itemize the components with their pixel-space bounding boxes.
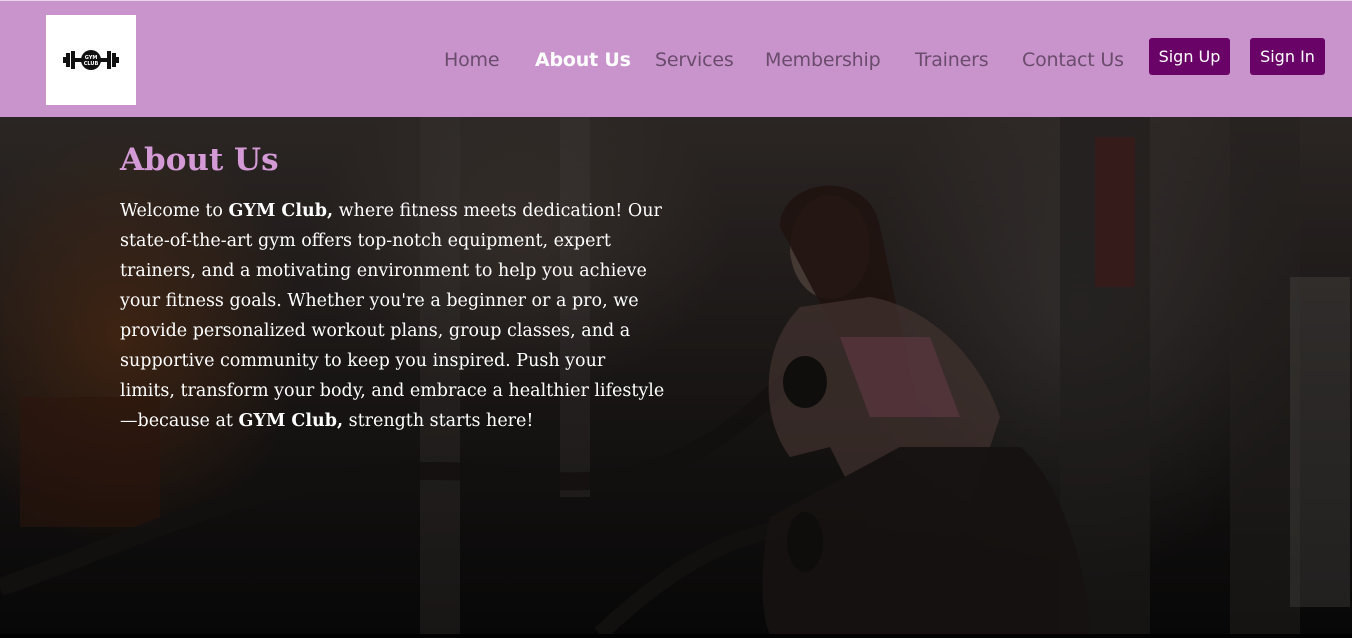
nav-link-membership[interactable]: Membership <box>765 49 881 71</box>
about-paragraph: Welcome to GYM Club, where fitness meets… <box>120 196 665 436</box>
logo[interactable]: GYM CLUB <box>46 15 136 105</box>
about-text-body: where fitness meets dedication! Our stat… <box>120 201 665 431</box>
about-title: About Us <box>120 142 279 178</box>
nav-link-home[interactable]: Home <box>444 49 500 71</box>
about-text-welcome: Welcome to <box>120 201 229 221</box>
dumbbell-logo-icon: GYM CLUB <box>63 50 119 70</box>
sign-up-button[interactable]: Sign Up <box>1149 38 1230 75</box>
logo-text-bottom: CLUB <box>84 61 99 67</box>
nav-link-trainers[interactable]: Trainers <box>915 49 989 71</box>
nav-link-contact-us[interactable]: Contact Us <box>1022 49 1124 71</box>
bottom-edge <box>0 634 1352 638</box>
nav-link-services[interactable]: Services <box>655 49 734 71</box>
navbar: GYM CLUB Home About Us Services Membersh… <box>0 0 1352 117</box>
sign-in-button[interactable]: Sign In <box>1250 38 1325 75</box>
about-brand-name: GYM Club, <box>228 201 334 221</box>
about-brand-name-2: GYM Club, <box>238 411 344 431</box>
about-text-end: strength starts here! <box>343 411 534 431</box>
about-hero: About Us Welcome to GYM Club, where fitn… <box>0 117 1352 634</box>
nav-link-about-us[interactable]: About Us <box>535 49 631 71</box>
